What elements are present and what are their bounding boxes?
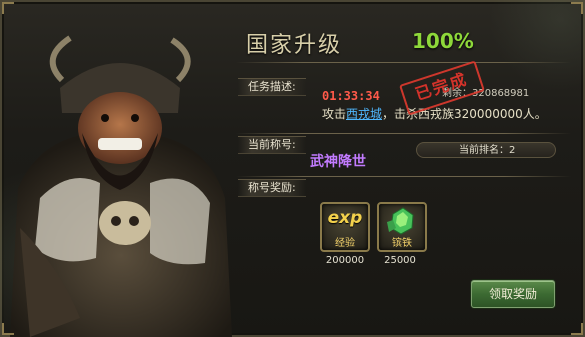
target-city-link[interactable]: 西戎城: [346, 107, 382, 121]
iron-reward-slot[interactable]: 镔铁: [377, 202, 427, 252]
rank-label: 当前排名：: [459, 145, 509, 156]
iron-reward-count: 25000: [384, 255, 416, 266]
honor-title: 武神降世: [310, 154, 366, 170]
panel-title: 国家升级: [246, 33, 343, 58]
honor-divider: [236, 133, 571, 134]
frame-corner: [571, 323, 583, 335]
exp-reward-label: 经验: [335, 238, 355, 249]
exp-reward-slot[interactable]: exp 经验: [320, 202, 370, 252]
rank-value: 2: [509, 145, 516, 156]
frame-corner: [2, 323, 14, 335]
reward-divider: [236, 176, 571, 177]
countdown-timer: 01:33:34: [322, 89, 380, 103]
claim-reward-button[interactable]: 领取奖励: [471, 280, 555, 308]
warrior-portrait: [10, 35, 232, 337]
frame-corner: [2, 2, 14, 14]
national-upgrade-panel: 国家升级 100% 任务描述: 01:33:34 剩余：320868981 攻击…: [0, 0, 585, 337]
task-text-before: 攻击: [322, 107, 347, 121]
rank-badge: 当前排名：2: [416, 142, 556, 158]
honor-section-label: 当前称号:: [238, 136, 306, 154]
frame-corner: [571, 2, 583, 14]
task-section-label: 任务描述:: [238, 78, 306, 96]
iron-reward-label: 镔铁: [392, 238, 412, 249]
exp-reward-count: 200000: [325, 255, 365, 266]
progress-percent: 100%: [412, 29, 474, 53]
exp-icon: exp: [327, 208, 363, 228]
title-divider: [236, 62, 571, 63]
task-description: 攻击西戎城，击杀西戎族320000000人。: [322, 105, 547, 122]
reward-section-label: 称号奖励:: [238, 179, 306, 197]
